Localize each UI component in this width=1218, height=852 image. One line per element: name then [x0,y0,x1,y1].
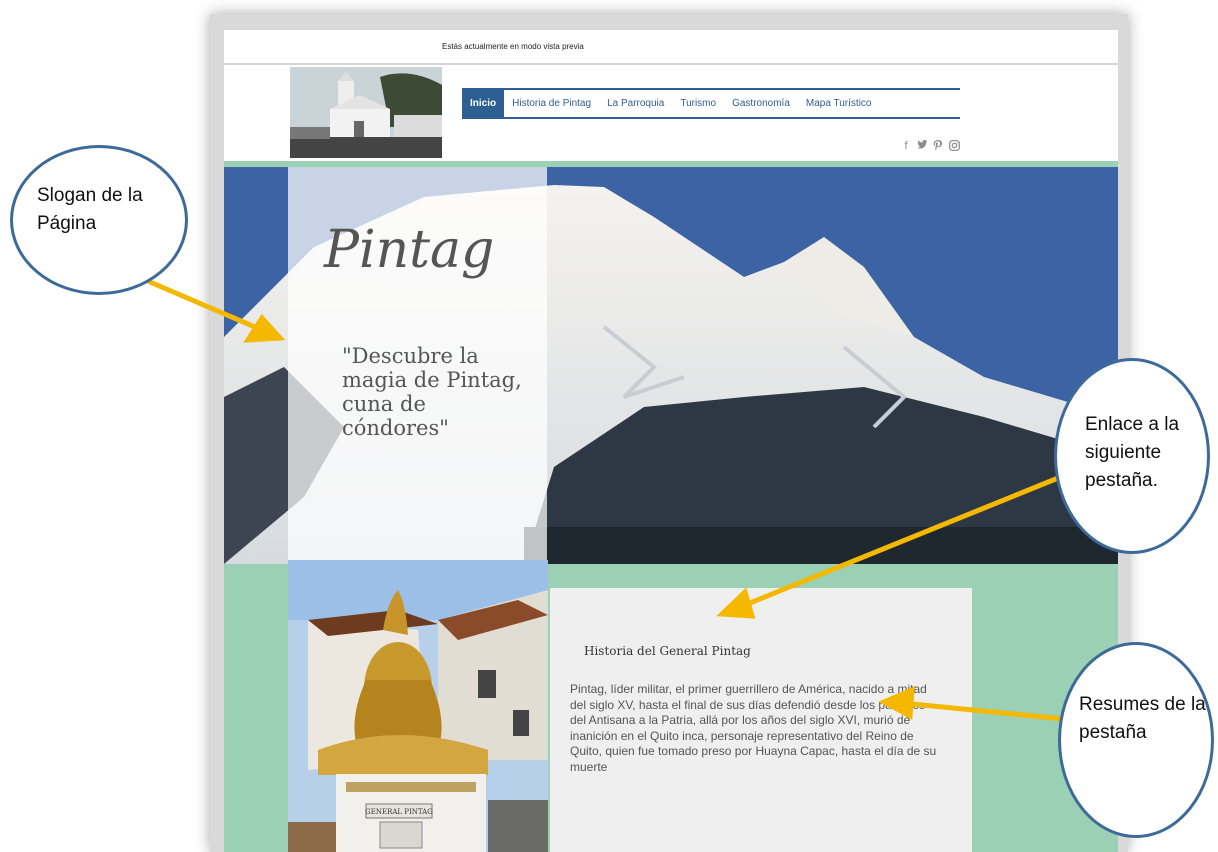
annotation-link-text: Enlace a la siguiente pestaña. [1085,414,1180,491]
site-title: Pintag [324,220,495,280]
statue-image[interactable]: GENERAL PINTAG [288,560,548,852]
church-logo-image[interactable] [290,67,442,158]
summary-card[interactable]: Historia del General Pintag Pintag, líde… [550,588,972,852]
facebook-icon[interactable]: f [900,140,912,154]
annotation-slogan-text: Slogan de la Página [37,185,143,234]
nav-item-gastronomia[interactable]: Gastronomía [724,90,798,117]
annotation-slogan: Slogan de la Página [10,145,188,295]
preview-notice: Estás actualmente en modo vista previa [442,42,584,51]
summary-card-text: Pintag, líder militar, el primer guerril… [570,682,937,774]
twitter-icon[interactable] [916,140,928,154]
social-links: f [900,140,960,154]
preview-page: Estás actualmente en modo vista previa I… [224,30,1118,852]
annotation-summary: Resumes de la pestaña [1058,642,1214,838]
nav-item-inicio[interactable]: Inicio [462,90,505,117]
nav-item-historia[interactable]: Historia de Pintag [504,90,599,117]
nav-item-parroquia[interactable]: La Parroquia [599,90,672,117]
preview-bar: Estás actualmente en modo vista previa [224,30,1118,65]
nav-item-turismo[interactable]: Turismo [672,90,724,117]
nav-item-mapa[interactable]: Mapa Turístico [798,90,880,117]
annotation-link: Enlace a la siguiente pestaña. [1054,358,1210,554]
annotation-summary-text: Resumes de la pestaña [1079,694,1206,743]
instagram-icon[interactable] [948,140,960,154]
page-slogan: "Descubre la magia de Pintag, cuna de có… [342,344,522,440]
main-nav: Inicio Historia de Pintag La Parroquia T… [462,88,960,119]
statue-plaque-text: GENERAL PINTAG [365,808,433,816]
pinterest-icon[interactable] [932,140,944,154]
summary-card-title[interactable]: Historia del General Pintag [584,644,751,658]
